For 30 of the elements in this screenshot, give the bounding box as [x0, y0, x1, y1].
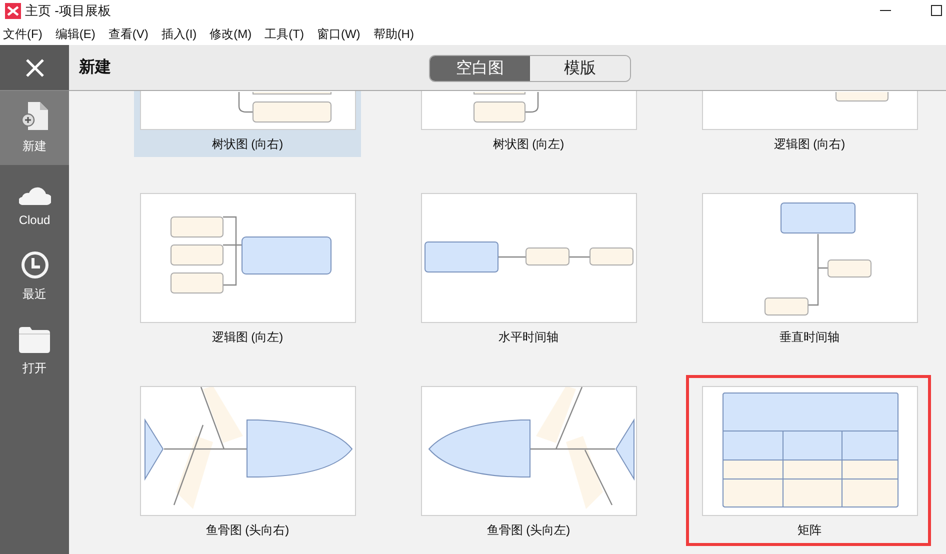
page-title: 新建 [79, 57, 111, 78]
template-label: 树状图 (向右) [212, 136, 284, 153]
menu-item[interactable]: 工具(T) [264, 24, 304, 42]
menu-item[interactable]: 窗口(W) [316, 24, 360, 42]
window-title: 主页 -项目展板 [25, 2, 111, 20]
menu-item[interactable]: 修改(M) [210, 24, 252, 42]
new-file-icon [20, 101, 50, 131]
menu-item[interactable]: 文件(F) [3, 24, 42, 42]
folder-icon [19, 327, 50, 353]
minimize-icon[interactable] [880, 10, 891, 12]
template-label: 逻辑图 (向左) [212, 329, 284, 346]
template-label: 鱼骨图 (头向右) [206, 522, 290, 539]
template-label: 逻辑图 (向右) [774, 136, 846, 153]
clock-icon [20, 251, 48, 279]
sidebar-item[interactable]: 新建 [0, 91, 69, 165]
app-logo-icon [5, 3, 21, 19]
template-label: 矩阵 [798, 522, 822, 539]
menu-item[interactable]: 帮助(H) [373, 24, 414, 42]
cloud-icon [18, 185, 50, 205]
template-label: 鱼骨图 (头向左) [486, 522, 570, 539]
template-label: 垂直时间轴 [780, 329, 840, 346]
template-card[interactable]: 树状图 (向右) [134, 91, 361, 157]
template-label: 水平时间轴 [498, 329, 558, 346]
template-label: 树状图 (向左) [492, 136, 564, 153]
menu-item[interactable]: 编辑(E) [55, 24, 96, 42]
maximize-icon[interactable] [931, 5, 942, 16]
menu-item[interactable]: 插入(I) [161, 24, 197, 42]
tab[interactable]: 空白图 [430, 56, 530, 81]
menu-item[interactable]: 查看(V) [108, 24, 148, 42]
close-icon[interactable] [24, 58, 44, 78]
